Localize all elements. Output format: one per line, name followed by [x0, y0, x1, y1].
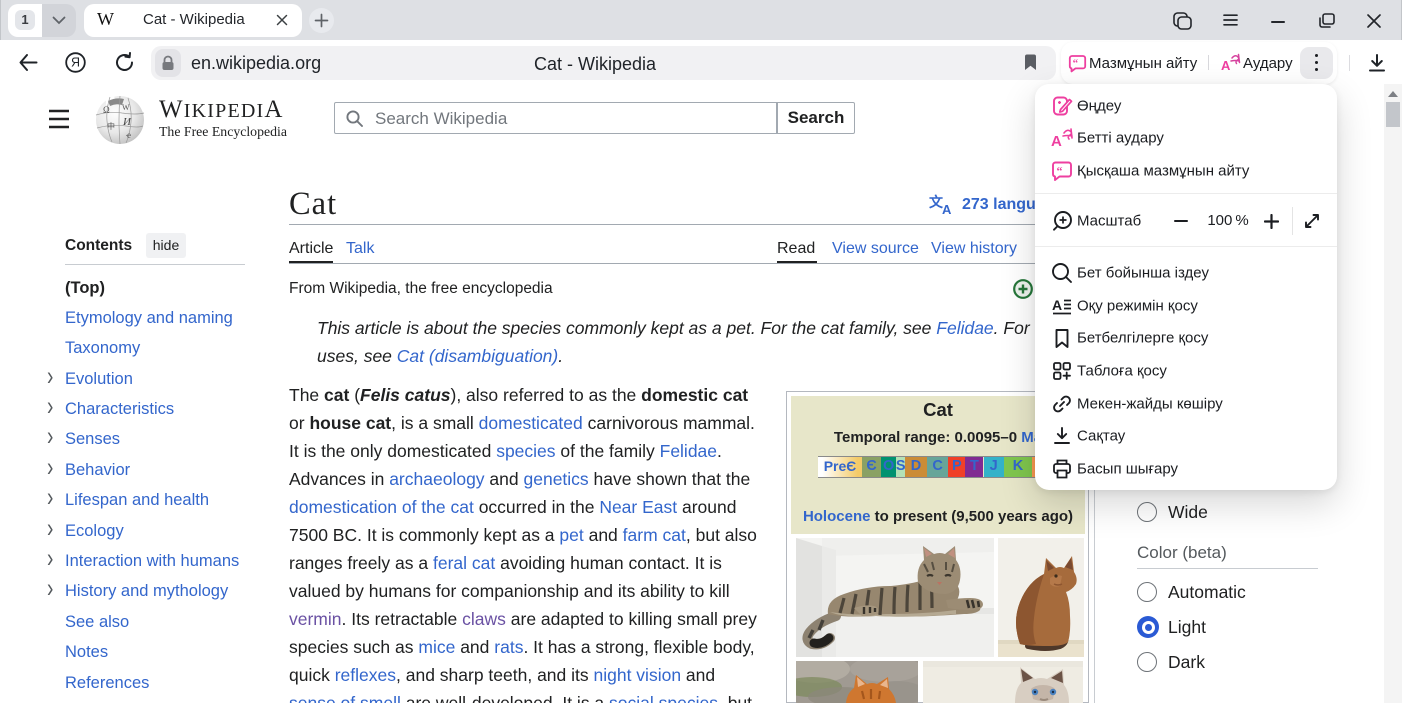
svg-text:ҽ: ҽ: [126, 130, 131, 140]
svg-text:A: A: [1051, 133, 1062, 149]
svg-text:A: A: [942, 202, 952, 215]
svg-text:“: “: [1057, 164, 1063, 178]
svg-text:Ω: Ω: [103, 105, 110, 115]
svg-text:W: W: [122, 103, 130, 112]
svg-text:中: 中: [107, 121, 115, 131]
svg-text:A: A: [1221, 58, 1231, 72]
svg-text:Я: Я: [71, 56, 80, 70]
svg-text:A: A: [1052, 297, 1062, 313]
svg-text:И: И: [122, 116, 132, 128]
svg-text:“: “: [1073, 58, 1079, 70]
